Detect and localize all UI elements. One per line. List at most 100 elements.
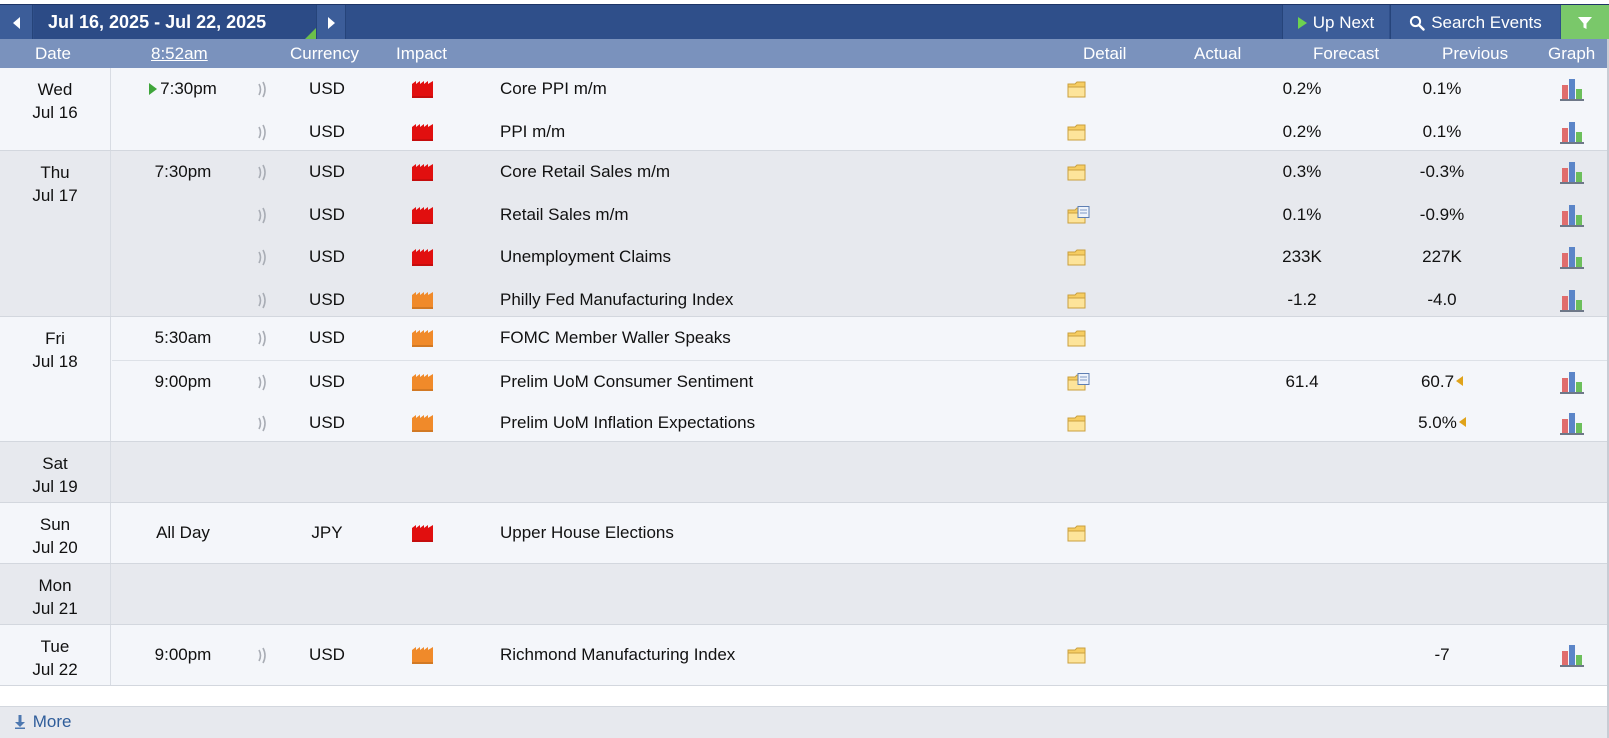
date-cell: Wed Jul 16 <box>0 68 111 150</box>
event-currency: USD <box>309 162 345 181</box>
date-range-label: Jul 16, 2025 - Jul 22, 2025 <box>34 5 316 40</box>
date-cell: Fri Jul 18 <box>0 317 111 441</box>
sound-alert-icon[interactable] <box>255 81 281 98</box>
event-previous-text: 0.1% <box>1422 121 1462 141</box>
chevron-right-icon <box>327 16 335 29</box>
medium-impact-icon <box>412 415 434 432</box>
date-label: Jul 17 <box>32 186 78 205</box>
event-title[interactable]: Upper House Elections <box>500 512 674 554</box>
next-week-button[interactable] <box>316 5 346 40</box>
event-title[interactable]: FOMC Member Waller Speaks <box>500 317 731 359</box>
bar-chart-icon[interactable] <box>1560 411 1586 435</box>
previous-week-button[interactable] <box>0 5 33 40</box>
event-title[interactable]: Unemployment Claims <box>500 236 671 278</box>
filter-button[interactable] <box>1561 5 1609 40</box>
up-next-button[interactable]: Up Next <box>1282 5 1389 40</box>
event-rows: 7:30pm USD Core Retail Sales m/m 0.3% -0.3% U… <box>112 151 1609 321</box>
bar-chart-icon[interactable] <box>1560 288 1586 312</box>
search-events-button[interactable]: Search Events <box>1390 5 1560 40</box>
detail-folder-icon[interactable] <box>1067 524 1091 543</box>
detail-folder-icon[interactable] <box>1067 329 1091 348</box>
event-forecast: 0.1% <box>1282 204 1322 224</box>
event-forecast: 0.3% <box>1282 162 1322 181</box>
date-label: Jul 20 <box>32 537 78 557</box>
event-row[interactable]: USD Prelim UoM Inflation Expectations 5.0% <box>112 402 1609 445</box>
event-title[interactable]: Prelim UoM Inflation Expectations <box>500 402 755 444</box>
revised-icon[interactable] <box>1456 375 1464 386</box>
day-group: Thu Jul 17 7:30pm USD Core Retail Sales m/m 0… <box>0 151 1609 317</box>
weekday-label: Mon <box>38 575 72 595</box>
calendar-widget: Jul 16, 2025 - Jul 22, 2025 Up Next Sear… <box>0 0 1609 738</box>
event-time-text: All Day <box>156 522 210 542</box>
sound-alert-icon[interactable] <box>255 124 281 141</box>
detail-folder-icon[interactable] <box>1067 80 1091 99</box>
detail-folder-icon[interactable] <box>1067 248 1091 267</box>
event-row[interactable]: 7:30pm USD Core PPI m/m 0.2% 0.1% <box>112 68 1609 111</box>
sound-alert-icon[interactable] <box>255 415 281 432</box>
event-row[interactable]: USD Unemployment Claims 233K 227K <box>112 236 1609 279</box>
weekday-label: Sat <box>42 453 68 473</box>
bar-chart-icon[interactable] <box>1560 245 1586 269</box>
event-forecast: 0.2% <box>1282 121 1322 141</box>
medium-impact-icon <box>412 291 434 309</box>
chevron-left-icon <box>12 16 20 29</box>
event-previous: 60.7 <box>1397 361 1487 403</box>
event-row[interactable]: 7:30pm USD Core Retail Sales m/m 0.3% -0.3% <box>112 151 1609 194</box>
event-currency: USD <box>309 328 345 347</box>
event-row[interactable]: 5:30am USD FOMC Member Waller Speaks <box>112 317 1609 360</box>
event-title[interactable]: Core Retail Sales m/m <box>500 151 670 193</box>
event-time: 9:00pm <box>112 361 254 403</box>
bar-chart-icon[interactable] <box>1560 160 1586 184</box>
sound-alert-icon[interactable] <box>255 292 281 309</box>
detail-folder-icon[interactable] <box>1067 414 1091 433</box>
sound-alert-icon[interactable] <box>255 647 281 664</box>
detail-folder-doc-icon[interactable] <box>1067 205 1091 225</box>
event-row[interactable]: 9:00pm USD Richmond Manufacturing Index -7 <box>112 634 1609 677</box>
date-label: Jul 18 <box>32 352 78 371</box>
event-title[interactable]: Richmond Manufacturing Index <box>500 634 735 676</box>
sound-alert-icon[interactable] <box>255 164 281 181</box>
revised-icon[interactable] <box>1458 417 1466 427</box>
event-title[interactable]: Retail Sales m/m <box>500 194 628 236</box>
bar-chart-icon[interactable] <box>1560 643 1586 667</box>
detail-folder-icon[interactable] <box>1067 123 1091 142</box>
day-group: Wed Jul 16 7:30pm USD Core PPI m/m 0.2% 0.1% US… <box>0 68 1609 151</box>
bar-chart-icon[interactable] <box>1560 370 1586 394</box>
event-title[interactable]: Prelim UoM Consumer Sentiment <box>500 361 753 403</box>
event-previous-text: 5.0% <box>1418 413 1457 432</box>
sound-alert-icon[interactable] <box>255 330 281 347</box>
detail-folder-doc-icon[interactable] <box>1067 372 1091 392</box>
up-next-label: Up Next <box>1312 13 1375 32</box>
event-time: 7:30pm <box>112 151 254 193</box>
event-previous: -7 <box>1397 634 1487 676</box>
bar-chart-icon[interactable] <box>1560 77 1586 101</box>
event-row[interactable]: USD PPI m/m 0.2% 0.1% <box>112 111 1609 154</box>
event-row[interactable]: USD Retail Sales m/m 0.1% -0.9% <box>112 194 1609 237</box>
sound-alert-icon[interactable] <box>255 374 281 391</box>
high-impact-icon <box>412 206 434 224</box>
sound-alert-icon[interactable] <box>255 249 281 266</box>
more-label: More <box>32 712 72 731</box>
event-title[interactable]: Philly Fed Manufacturing Index <box>500 279 733 321</box>
bar-chart-icon[interactable] <box>1560 120 1586 144</box>
sound-alert-icon[interactable] <box>255 207 281 224</box>
search-events-label: Search Events <box>1431 13 1542 32</box>
event-row[interactable]: 9:00pm USD Prelim UoM Consumer Sentiment 61… <box>112 359 1609 403</box>
detail-folder-icon[interactable] <box>1067 646 1091 665</box>
event-time-text: 7:30pm <box>160 79 217 98</box>
detail-folder-icon[interactable] <box>1067 291 1091 310</box>
event-time: 7:30pm <box>112 68 254 110</box>
bar-chart-icon[interactable] <box>1560 203 1586 227</box>
event-row[interactable]: USD Philly Fed Manufacturing Index -1.2 -4.… <box>112 279 1609 322</box>
more-button[interactable]: More <box>0 706 1609 738</box>
header-current-time[interactable]: 8:52am <box>151 39 208 68</box>
detail-folder-icon[interactable] <box>1067 163 1091 182</box>
event-currency: JPY <box>311 522 343 542</box>
event-title[interactable]: Core PPI m/m <box>500 68 607 110</box>
event-row[interactable]: All Day JPY Upper House Elections <box>112 512 1609 555</box>
event-title[interactable]: PPI m/m <box>500 111 565 153</box>
date-cell: Thu Jul 17 <box>0 151 111 316</box>
day-group: Tue Jul 22 9:00pm USD Richmond Manufacturing… <box>0 624 1609 686</box>
header-actual: Actual <box>1194 44 1242 63</box>
event-previous: -0.3% <box>1397 151 1487 193</box>
